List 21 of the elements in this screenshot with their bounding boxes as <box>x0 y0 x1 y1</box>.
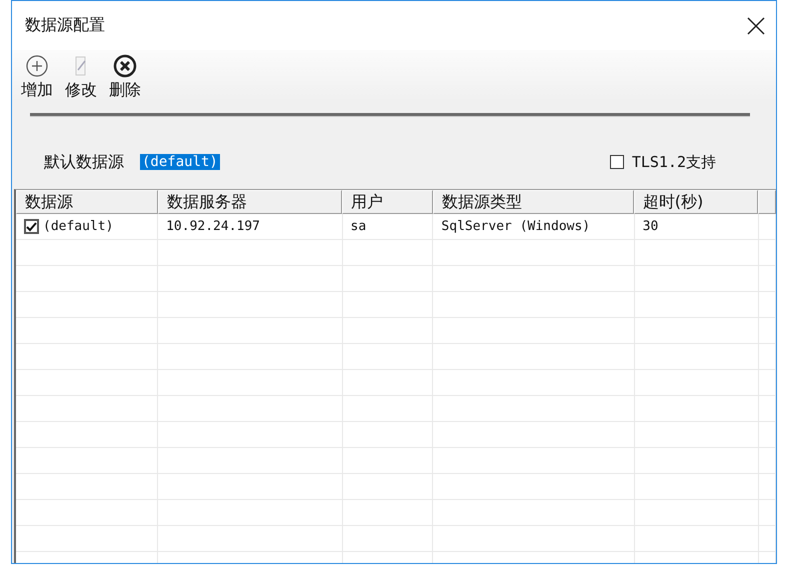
default-source-label: 默认数据源 <box>44 152 124 172</box>
table-cell: sa <box>342 214 434 240</box>
column-header[interactable]: 用户 <box>342 190 433 214</box>
table-cell: SqlServer (Windows) <box>433 214 635 240</box>
default-source-value[interactable]: (default) <box>140 154 220 170</box>
window-title: 数据源配置 <box>25 15 105 36</box>
toolbar-button[interactable]: 增加 <box>20 54 54 101</box>
delete-icon <box>113 54 137 78</box>
toolbar-button[interactable]: 删除 <box>108 54 142 101</box>
table-cell: 30 <box>634 214 759 240</box>
table-cell: 10.92.24.197 <box>158 214 343 240</box>
row-checkbox[interactable] <box>24 219 39 234</box>
plus-circle-icon <box>25 54 49 78</box>
column-header[interactable]: 数据源 <box>16 190 158 214</box>
tls-checkbox[interactable]: TLS1.2支持 <box>610 152 716 172</box>
column-header[interactable]: 数据源类型 <box>432 190 634 214</box>
column-header[interactable]: 超时(秒) <box>634 190 758 214</box>
cell-text: (default) <box>43 218 114 236</box>
toolbar-button[interactable]: 修改 <box>64 54 98 101</box>
column-header[interactable]: 数据服务器 <box>158 190 342 214</box>
close-button[interactable] <box>746 16 766 36</box>
